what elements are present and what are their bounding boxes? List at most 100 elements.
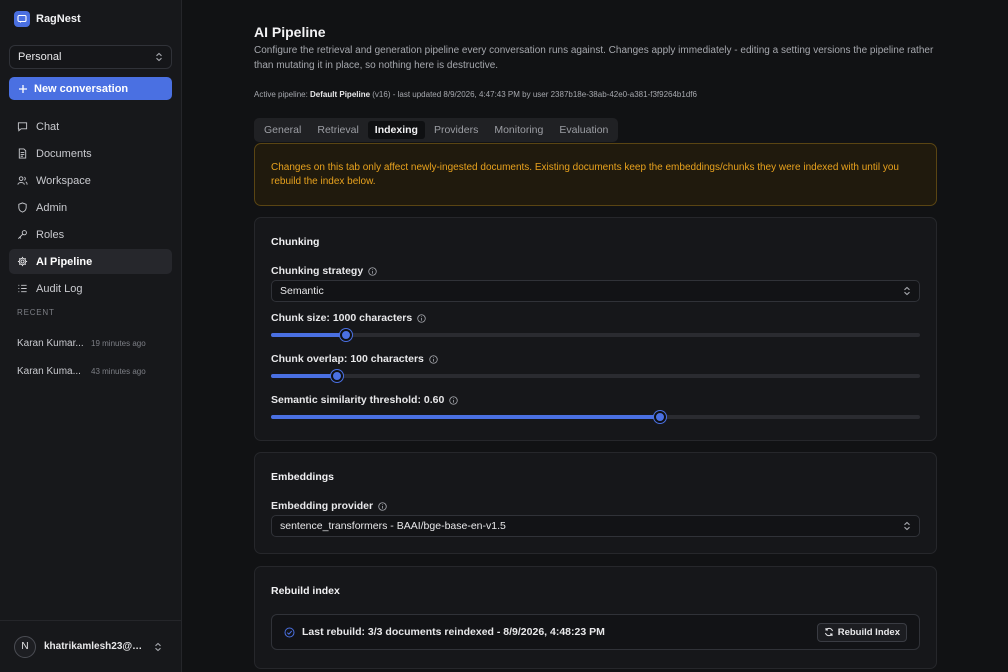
pipeline-tabs: General Retrieval Indexing Providers Mon… xyxy=(254,118,619,142)
info-icon[interactable] xyxy=(417,313,426,323)
user-email: khatrikamlesh23@g... xyxy=(44,641,146,652)
shield-icon xyxy=(18,202,27,213)
new-conversation-button[interactable]: New conversation xyxy=(9,77,172,100)
app-logo-icon xyxy=(14,11,30,27)
sidebar-item-label: Audit Log xyxy=(36,282,83,295)
user-menu[interactable]: N khatrikamlesh23@g... xyxy=(0,620,181,672)
sidebar-item-chat[interactable]: Chat xyxy=(9,114,172,139)
brand[interactable]: RagNest xyxy=(14,11,81,27)
chevron-updown-icon xyxy=(904,521,910,531)
document-icon xyxy=(18,148,27,159)
tab-monitoring[interactable]: Monitoring xyxy=(487,121,550,139)
chunk-overlap-slider[interactable] xyxy=(271,370,920,382)
sidebar: RagNest Personal New conversation Chat D… xyxy=(0,0,182,672)
recent-heading: RECENT xyxy=(17,308,55,317)
rebuild-index-card: Rebuild index Last rebuild: 3/3 document… xyxy=(254,566,937,669)
sidebar-item-label: Admin xyxy=(36,201,68,214)
info-icon[interactable] xyxy=(378,501,387,511)
workspace-select[interactable]: Personal xyxy=(9,45,172,69)
chunk-size-label-text: Chunk size: 1000 characters xyxy=(271,312,413,324)
info-icon[interactable] xyxy=(449,395,458,405)
rebuild-index-title: Rebuild index xyxy=(271,585,340,597)
slider-fill xyxy=(271,415,661,419)
avatar: N xyxy=(14,635,36,658)
chunk-overlap-label-text: Chunk overlap: 100 characters xyxy=(271,353,424,365)
embedding-provider-value: sentence_transformers - BAAI/bge-base-en… xyxy=(280,520,506,532)
sidebar-item-label: Roles xyxy=(36,228,65,241)
embeddings-title: Embeddings xyxy=(271,471,335,483)
refresh-icon xyxy=(824,627,833,637)
rebuild-status-text: Last rebuild: 3/3 documents reindexed - … xyxy=(302,626,605,638)
indexing-warning-text: Changes on this tab only affect newly-in… xyxy=(271,161,899,187)
info-icon[interactable] xyxy=(368,266,377,276)
users-icon xyxy=(17,176,28,185)
recent-conversation[interactable]: Karan Kuma... 43 minutes ago xyxy=(17,357,177,385)
key-icon xyxy=(18,230,27,239)
recent-conversation-time: 19 minutes ago xyxy=(91,338,146,348)
recent-list: Karan Kumar... 19 minutes ago Karan Kuma… xyxy=(17,329,177,385)
slider-thumb[interactable] xyxy=(654,411,667,423)
sidebar-item-workspace[interactable]: Workspace xyxy=(9,168,172,193)
check-circle-icon xyxy=(284,627,295,637)
chunk-overlap-label: Chunk overlap: 100 characters xyxy=(271,353,438,365)
indexing-warning: Changes on this tab only affect newly-in… xyxy=(254,143,937,206)
embedding-provider-select[interactable]: sentence_transformers - BAAI/bge-base-en… xyxy=(271,515,920,537)
recent-conversation-title: Karan Kumar... xyxy=(17,337,84,349)
chunking-strategy-value: Semantic xyxy=(280,285,324,297)
chunking-title: Chunking xyxy=(271,236,320,248)
slider-thumb[interactable] xyxy=(339,329,352,341)
tab-retrieval[interactable]: Retrieval xyxy=(310,121,365,139)
active-pipeline-details: (v16) - last updated 8/9/2026, 4:47:43 P… xyxy=(370,90,697,99)
chevron-updown-icon xyxy=(904,286,910,296)
embedding-provider-label: Embedding provider xyxy=(271,500,387,512)
chunk-size-slider[interactable] xyxy=(271,329,920,341)
embeddings-card: Embeddings Embedding provider sentence_t… xyxy=(254,452,937,554)
sidebar-item-label: AI Pipeline xyxy=(36,255,93,268)
chunking-strategy-label-text: Chunking strategy xyxy=(271,265,364,277)
app-name: RagNest xyxy=(36,13,81,25)
page-title: AI Pipeline xyxy=(254,24,326,40)
tab-indexing[interactable]: Indexing xyxy=(367,121,425,139)
list-icon xyxy=(18,284,27,293)
similarity-threshold-label: Semantic similarity threshold: 0.60 xyxy=(271,394,458,406)
rebuild-status: Last rebuild: 3/3 documents reindexed - … xyxy=(284,626,605,638)
slider-fill xyxy=(271,333,346,337)
embedding-provider-label-text: Embedding provider xyxy=(271,500,374,512)
sidebar-item-documents[interactable]: Documents xyxy=(9,141,172,166)
plus-icon xyxy=(19,84,27,93)
rebuild-index-button[interactable]: Rebuild Index xyxy=(816,622,907,642)
chevron-updown-icon xyxy=(156,52,162,62)
chunking-card: Chunking Chunking strategy Semantic Chun… xyxy=(254,217,937,441)
new-conversation-label: New conversation xyxy=(34,82,129,95)
workspace-select-value: Personal xyxy=(18,51,62,63)
active-pipeline-prefix: Active pipeline: xyxy=(254,90,311,99)
similarity-threshold-slider[interactable] xyxy=(271,411,920,423)
tab-providers[interactable]: Providers xyxy=(427,121,485,139)
chunking-strategy-select[interactable]: Semantic xyxy=(271,280,920,302)
slider-fill xyxy=(271,374,337,378)
sidebar-item-admin[interactable]: Admin xyxy=(9,195,172,220)
sidebar-item-label: Workspace xyxy=(36,174,91,187)
recent-conversation-time: 43 minutes ago xyxy=(91,366,146,376)
similarity-threshold-label-text: Semantic similarity threshold: 0.60 xyxy=(271,394,445,406)
sidebar-item-label: Documents xyxy=(36,147,92,160)
sidebar-item-audit-log[interactable]: Audit Log xyxy=(9,276,172,301)
rebuild-index-button-label: Rebuild Index xyxy=(837,626,900,638)
gear-icon xyxy=(17,256,28,267)
rebuild-status-box: Last rebuild: 3/3 documents reindexed - … xyxy=(271,614,920,650)
chunk-size-label: Chunk size: 1000 characters xyxy=(271,312,426,324)
info-icon[interactable] xyxy=(429,354,438,364)
tab-general[interactable]: General xyxy=(257,121,308,139)
sidebar-item-label: Chat xyxy=(36,120,60,133)
tab-evaluation[interactable]: Evaluation xyxy=(552,121,615,139)
page-description: Configure the retrieval and generation p… xyxy=(254,45,934,71)
recent-conversation-title: Karan Kuma... xyxy=(17,365,81,377)
recent-conversation[interactable]: Karan Kumar... 19 minutes ago xyxy=(17,329,177,357)
active-pipeline-name: Default Pipeline xyxy=(310,90,371,99)
sidebar-item-ai-pipeline[interactable]: AI Pipeline xyxy=(9,249,172,274)
sidebar-nav: Chat Documents Workspace Admin Roles AI … xyxy=(9,114,172,303)
slider-thumb[interactable] xyxy=(330,370,343,382)
sidebar-item-roles[interactable]: Roles xyxy=(9,222,172,247)
active-pipeline-info: Active pipeline: Default Pipeline (v16) … xyxy=(254,90,697,99)
chunking-strategy-label: Chunking strategy xyxy=(271,265,377,277)
